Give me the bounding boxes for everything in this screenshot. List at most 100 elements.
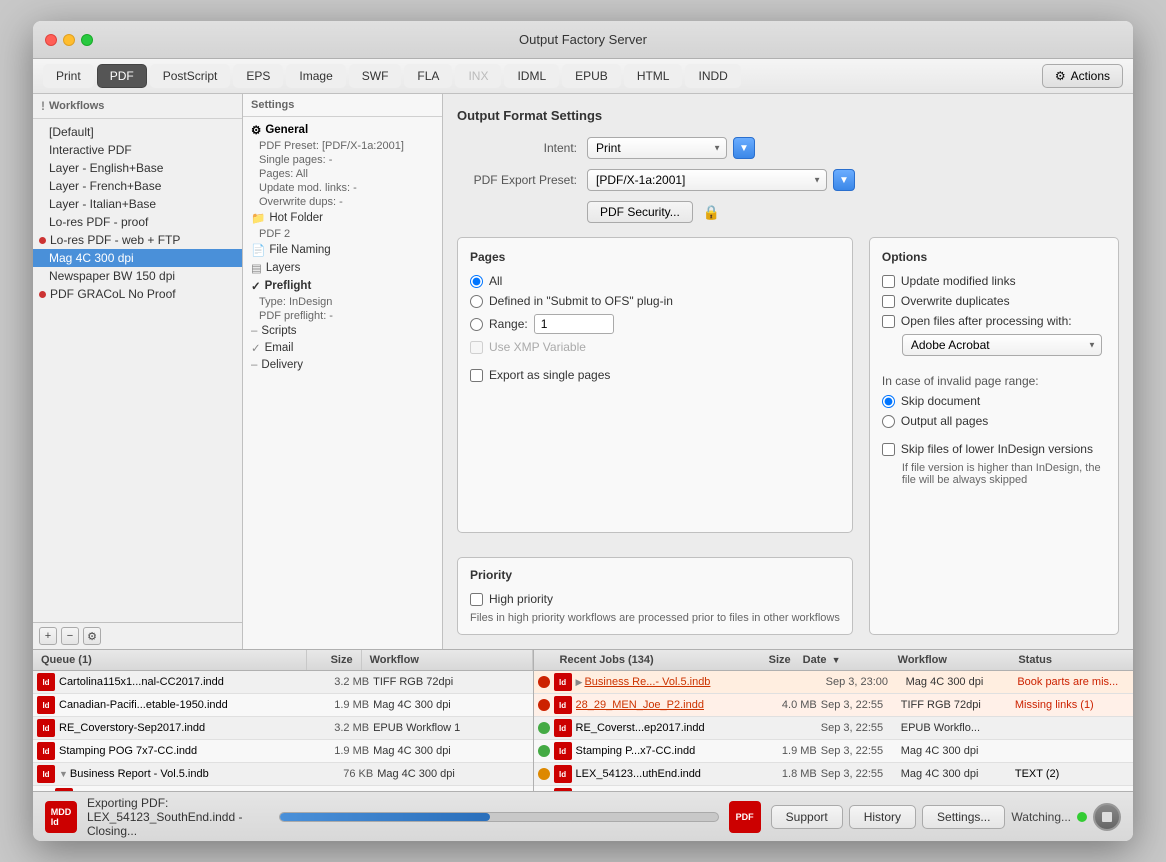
settings-preflight[interactable]: ✓ Preflight [243,277,442,295]
date-label: Date [803,654,827,666]
sidebar-item-default[interactable]: [Default] [33,123,242,141]
close-button[interactable] [45,34,57,46]
recent-job-row[interactable]: Id LEX_54123...uthEnd.indd 1.8 MB Sep 3,… [534,763,1133,786]
skip-note: If file version is higher than InDesign,… [902,462,1106,486]
settings-button[interactable]: Settings... [922,805,1005,829]
settings-scripts[interactable]: – Scripts [243,323,442,339]
queue-row[interactable]: Id RE_Coverstory-Sep2017.indd 3.2 MB EPU… [33,717,533,740]
folder-icon: 📁 [251,211,265,225]
open-files-checkbox[interactable] [882,315,895,328]
sidebar-item-layer-english[interactable]: Layer - English+Base [33,159,242,177]
pages-all-radio[interactable] [470,275,483,288]
settings-email[interactable]: ✓ Email [243,339,442,357]
maximize-button[interactable] [81,34,93,46]
pages-all-row: All [470,274,840,288]
job-date: Sep 3, 22:55 [821,745,901,757]
open-files-row: Open files after processing with: [882,314,1106,328]
high-priority-label: High priority [489,592,553,606]
pages-range-input[interactable] [534,314,614,334]
tab-print[interactable]: Print [43,64,94,88]
tab-idml[interactable]: IDML [504,64,559,88]
sidebar-item-layer-italian[interactable]: Layer - Italian+Base [33,195,242,213]
settings-delivery[interactable]: – Delivery [243,357,442,373]
add-workflow-button[interactable]: + [39,627,57,645]
right-size-col-header: Size [747,650,797,670]
support-button[interactable]: Support [771,805,843,829]
sidebar-item-interactive-pdf[interactable]: Interactive PDF [33,141,242,159]
remove-workflow-button[interactable]: − [61,627,79,645]
pdf-preset-select[interactable]: [PDF/X-1a:2001] [587,169,827,191]
output-all-radio[interactable] [882,415,895,428]
footer-buttons: Support History Settings... Watching... [771,803,1121,831]
queue-tables: Id Cartolina115x1...nal-CC2017.indd 3.2 … [33,671,1133,791]
sidebar-item-mag4c[interactable]: Mag 4C 300 dpi [33,249,242,267]
stop-icon [1102,812,1112,822]
recent-job-row[interactable]: Id 28_29_MEN_Joe_P2.indd 4.0 MB Sep 3, 2… [534,694,1133,717]
sidebar-item-lores-proof[interactable]: Lo-res PDF - proof [33,213,242,231]
job-size: 1.9 MB [766,745,821,757]
skip-files-checkbox[interactable] [882,443,895,456]
settings-sub-links: Update mod. links: - [243,181,442,195]
queue-row[interactable]: Id Cartolina115x1...nal-CC2017.indd 3.2 … [33,671,533,694]
open-with-select[interactable]: Adobe Acrobat [902,334,1102,356]
tab-pdf[interactable]: PDF [97,64,147,88]
tab-fla[interactable]: FLA [404,64,452,88]
export-single-checkbox[interactable] [470,369,483,382]
tab-epub[interactable]: EPUB [562,64,621,88]
sidebar-item-label: Layer - Italian+Base [49,197,156,211]
sidebar-item-lores-web[interactable]: Lo-res PDF - web + FTP [33,231,242,249]
skip-files-label: Skip files of lower InDesign versions [901,442,1093,456]
pages-defined-radio[interactable] [470,295,483,308]
security-controls: PDF Security... 🔒 [587,201,720,223]
tab-image[interactable]: Image [286,64,345,88]
recent-job-row[interactable]: Id ▶ Business Re...- Vol.5.indb Sep 3, 2… [534,671,1133,694]
workflow-options-button[interactable]: ⚙ [83,627,101,645]
tab-postscript[interactable]: PostScript [150,64,231,88]
sidebar-item-newspaper[interactable]: Newspaper BW 150 dpi [33,267,242,285]
overwrite-dups-label: Overwrite duplicates [901,294,1010,308]
settings-general[interactable]: ⚙ General [243,121,442,139]
settings-hot-folder[interactable]: 📁 Hot Folder [243,209,442,227]
recent-job-row[interactable]: Id RE_Coverst...ep2017.indd Sep 3, 22:55… [534,717,1133,740]
intent-dropdown-btn[interactable]: ▼ [733,137,755,159]
settings-header: Settings [243,94,442,117]
settings-file-naming[interactable]: 📄 File Naming [243,241,442,259]
pages-all-label: All [489,274,502,288]
high-priority-checkbox[interactable] [470,593,483,606]
recent-col-header: Recent Jobs (134) [554,650,747,670]
file-icon: 📄 [251,243,265,257]
tab-swf[interactable]: SWF [349,64,402,88]
pages-range-radio[interactable] [470,318,483,331]
intent-select[interactable]: Print [587,137,727,159]
sidebar-item-pdf-gracol[interactable]: PDF GRACoL No Proof [33,285,242,303]
minimize-button[interactable] [63,34,75,46]
tab-eps[interactable]: EPS [233,64,283,88]
pages-defined-label: Defined in "Submit to OFS" plug-in [489,294,673,308]
overwrite-dups-checkbox[interactable] [882,295,895,308]
tab-html[interactable]: HTML [624,64,683,88]
sidebar-list: [Default] Interactive PDF Layer - Englis… [33,119,242,622]
queue-row[interactable]: Id Canadian-Pacifi...etable-1950.indd 1.… [33,694,533,717]
sidebar-item-layer-french[interactable]: Layer - French+Base [33,177,242,195]
update-links-checkbox[interactable] [882,275,895,288]
settings-label: General [265,124,308,136]
stop-button[interactable] [1093,803,1121,831]
intent-select-wrapper: Print [587,137,727,159]
job-date: Sep 3, 23:00 [826,676,906,688]
indd-icon: Id [37,719,55,737]
queue-row[interactable]: Id Stamping POG 7x7-CC.indd 1.9 MB Mag 4… [33,740,533,763]
pdf-security-button[interactable]: PDF Security... [587,201,693,223]
pdf-preset-dropdown-btn[interactable]: ▼ [833,169,855,191]
progress-bar [279,812,719,822]
history-button[interactable]: History [849,805,916,829]
settings-label: Delivery [261,359,303,371]
window-title: Output Factory Server [519,32,647,47]
actions-button[interactable]: ⚙ Actions [1042,64,1123,88]
queue-row[interactable]: Id ▼ Business Report - Vol.5.indb 76 KB … [33,763,533,786]
settings-layers[interactable]: ▤ Layers [243,259,442,277]
recent-job-row[interactable]: Id Stamping P...x7-CC.indd 1.9 MB Sep 3,… [534,740,1133,763]
skip-doc-radio[interactable] [882,395,895,408]
tab-indd[interactable]: INDD [685,64,740,88]
job-status: Missing links (1) [1015,699,1129,711]
pdf-preset-label: PDF Export Preset: [457,173,577,187]
